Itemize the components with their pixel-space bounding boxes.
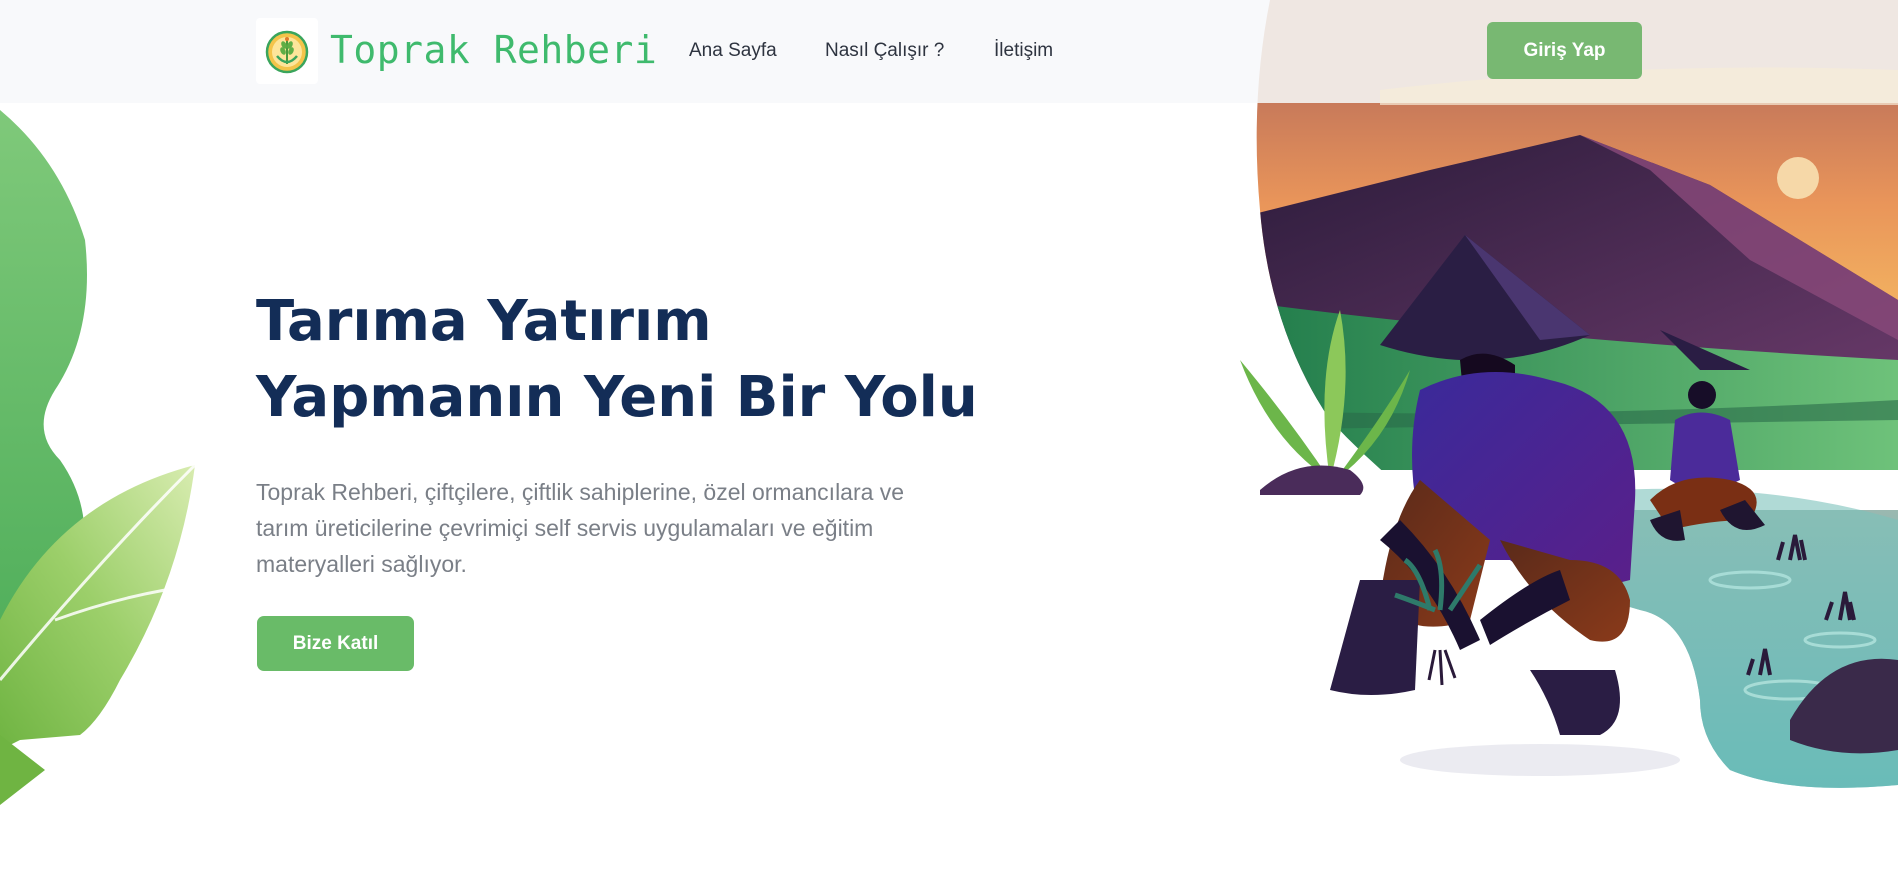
join-button[interactable]: Bize Katıl bbox=[257, 616, 414, 671]
brand-name[interactable]: Toprak Rehberi bbox=[330, 28, 657, 72]
farmers-planting-rice-illustration bbox=[1240, 0, 1898, 788]
hero-title: Tarıma Yatırım Yapmanın Yeni Bir Yolu bbox=[256, 284, 978, 436]
wheat-emblem-icon bbox=[265, 30, 309, 74]
nav-item-iletisim[interactable]: İletişim bbox=[994, 40, 1053, 62]
leaf-decoration-icon bbox=[0, 110, 197, 805]
nav-item-nasil-calisir[interactable]: Nasıl Çalışır ? bbox=[825, 40, 944, 62]
nav-item-ana-sayfa[interactable]: Ana Sayfa bbox=[689, 40, 777, 62]
login-button[interactable]: Giriş Yap bbox=[1487, 22, 1642, 79]
hero-title-line-2: Yapmanın Yeni Bir Yolu bbox=[256, 365, 978, 430]
hero-title-line-1: Tarıma Yatırım bbox=[256, 289, 712, 354]
hero-description: Toprak Rehberi, çiftçilere, çiftlik sahi… bbox=[256, 479, 905, 577]
logo[interactable] bbox=[256, 18, 318, 84]
